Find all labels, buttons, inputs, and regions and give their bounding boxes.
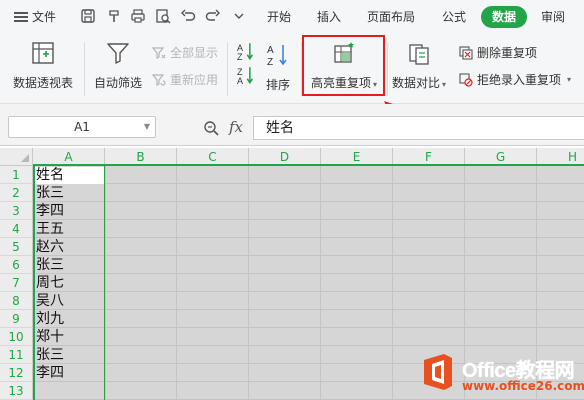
ribbon: 数据透视表 自动筛选 全部显示 重新应用 AZ ZA AZ 排序 高亮重复项▾ [0, 34, 584, 104]
print-icon[interactable] [130, 8, 146, 24]
tab-data[interactable]: 数据 [481, 6, 527, 28]
cell-a4[interactable]: 王五 [36, 220, 64, 238]
cell-a8[interactable]: 吴八 [36, 292, 64, 310]
sort-descending-button[interactable]: ZA [237, 66, 255, 84]
print-preview-icon[interactable] [155, 8, 171, 24]
cell-a11[interactable]: 张三 [36, 346, 64, 364]
select-all-corner[interactable] [0, 148, 33, 166]
name-box[interactable]: A1 ▼ [8, 116, 156, 138]
row-header-4[interactable]: 4 [0, 220, 33, 238]
ribbon-divider [387, 42, 388, 96]
tab-insert[interactable]: 插入 [317, 9, 341, 25]
chevron-down-icon[interactable]: ▼ [144, 117, 150, 137]
row-header-5[interactable]: 5 [0, 238, 33, 256]
pivot-table-button[interactable]: 数据透视表 [10, 40, 76, 91]
row-header-7[interactable]: 7 [0, 274, 33, 292]
sort-label: 排序 [265, 78, 290, 92]
sort-ascending-button[interactable]: AZ [237, 42, 255, 60]
reject-duplicates-icon [459, 72, 473, 87]
customize-dropdown-icon[interactable] [231, 8, 247, 24]
pivot-table-icon [30, 40, 56, 66]
cell-a1[interactable]: 姓名 [36, 166, 64, 184]
sort-icon: AZ [265, 42, 291, 68]
filter-icon [105, 40, 131, 66]
cell-a2[interactable]: 张三 [36, 184, 64, 202]
row-header-10[interactable]: 10 [0, 328, 33, 346]
reapply-button[interactable]: 重新应用 [152, 71, 218, 88]
sort-ascending-icon: AZ [237, 43, 254, 60]
cell-a9[interactable]: 刘九 [36, 310, 64, 328]
tab-formulas[interactable]: 公式 [442, 9, 466, 25]
redo-icon[interactable] [205, 8, 221, 24]
watermark: Office教程网 www.office26.com [418, 352, 584, 400]
row-header-11[interactable]: 11 [0, 346, 33, 364]
column-divider [105, 166, 106, 400]
svg-text:A: A [267, 45, 274, 56]
highlight-annotation-box [302, 35, 385, 96]
remove-duplicates-icon [459, 45, 473, 60]
sort-descending-icon: ZA [237, 67, 254, 84]
svg-text:Z: Z [267, 57, 273, 68]
save-icon[interactable] [80, 8, 96, 24]
tab-home[interactable]: 开始 [267, 9, 291, 25]
row-header-8[interactable]: 8 [0, 292, 33, 310]
row-header-13[interactable]: 13 [0, 382, 33, 400]
autofilter-label: 自动筛选 [93, 76, 142, 90]
show-all-label: 全部显示 [170, 46, 219, 60]
row-header-12[interactable]: 12 [0, 364, 33, 382]
remove-duplicates-label: 删除重复项 [477, 46, 538, 60]
zoom-icon[interactable] [203, 120, 219, 136]
autofilter-button[interactable]: 自动筛选 [92, 40, 144, 91]
remove-duplicates-button[interactable]: 删除重复项 [459, 44, 537, 61]
tab-page-layout[interactable]: 页面布局 [367, 9, 415, 25]
data-compare-label: 数据对比 ▾ [391, 76, 447, 90]
reject-duplicates-label: 拒绝录入重复项 [477, 73, 562, 87]
file-menu[interactable]: 文件 [14, 9, 56, 25]
file-menu-label: 文件 [32, 10, 57, 24]
row-header-6[interactable]: 6 [0, 256, 33, 274]
reapply-label: 重新应用 [170, 73, 219, 87]
name-box-value: A1 [74, 120, 90, 134]
cell-a10[interactable]: 郑十 [36, 328, 64, 346]
formula-input[interactable]: 姓名 [253, 116, 584, 140]
cell-a6[interactable]: 张三 [36, 256, 64, 274]
undo-icon[interactable] [180, 8, 196, 24]
show-all-button[interactable]: 全部显示 [152, 44, 218, 61]
ribbon-divider [227, 42, 228, 96]
show-all-icon [152, 46, 166, 59]
watermark-url: www.office26.com [462, 379, 584, 393]
cell-a7[interactable]: 周七 [36, 274, 64, 292]
hamburger-icon [14, 12, 28, 22]
svg-text:Z: Z [237, 52, 243, 60]
row-header-9[interactable]: 9 [0, 310, 33, 328]
pivot-table-label: 数据透视表 [12, 76, 73, 90]
data-compare-icon [406, 40, 432, 66]
row-header-3[interactable]: 3 [0, 202, 33, 220]
menu-bar: 文件 开始 插入 页面布局 公式 数据 审阅 [0, 0, 584, 34]
fx-icon[interactable]: fx [229, 118, 243, 136]
format-painter-icon[interactable] [106, 8, 122, 24]
svg-text:A: A [237, 76, 243, 84]
selection-header-underline [33, 164, 584, 166]
formula-bar: A1 ▼ fx 姓名 [0, 104, 584, 146]
cell-a12[interactable]: 李四 [36, 364, 64, 382]
ribbon-divider [84, 42, 85, 96]
row-header-1[interactable]: 1 [0, 166, 33, 184]
office-logo-icon [418, 352, 458, 392]
reject-duplicates-button[interactable]: 拒绝录入重复项 ▾ [459, 71, 571, 88]
data-compare-button[interactable]: 数据对比 ▾ [389, 40, 449, 91]
cell-a5[interactable]: 赵六 [36, 238, 64, 256]
sort-button[interactable]: AZ 排序 [262, 42, 294, 93]
row-header-2[interactable]: 2 [0, 184, 33, 202]
reapply-icon [152, 73, 166, 86]
cell-a3[interactable]: 李四 [36, 202, 64, 220]
tab-review[interactable]: 审阅 [541, 9, 565, 25]
